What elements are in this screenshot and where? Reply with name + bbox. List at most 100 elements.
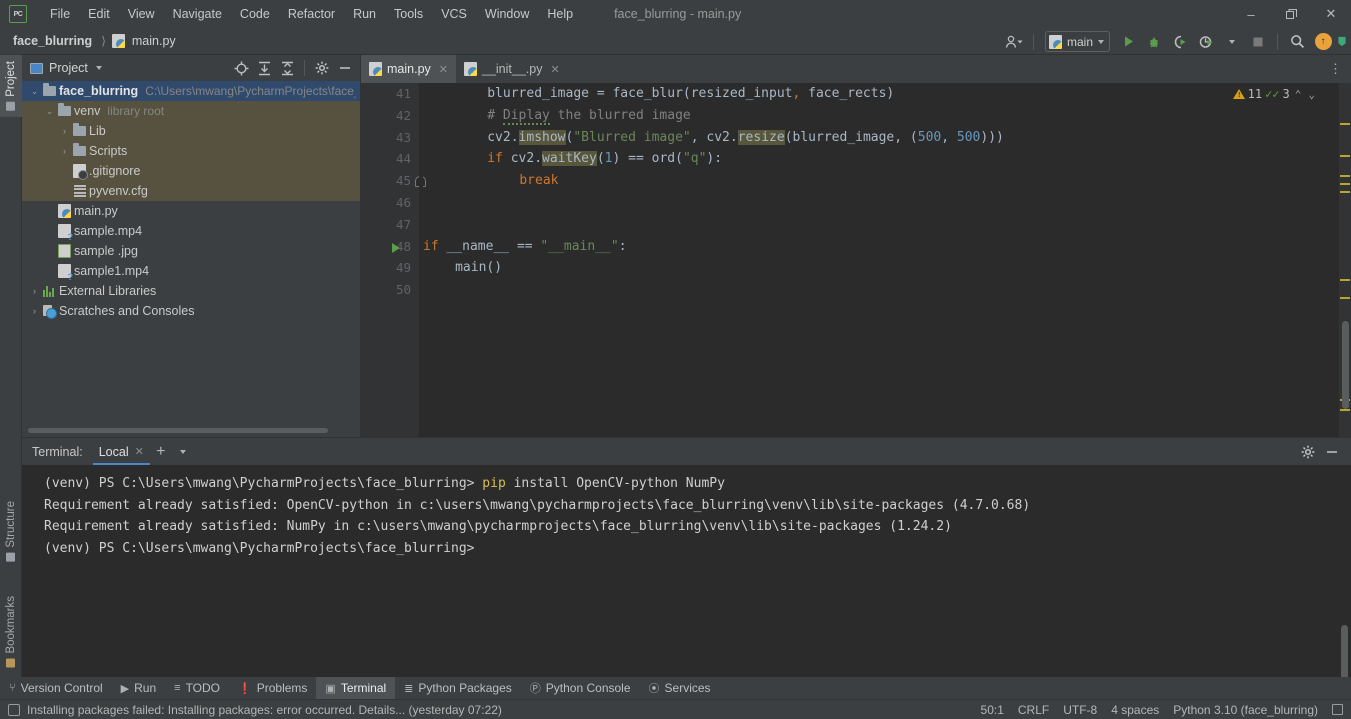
menu-item-code[interactable]: Code [231, 4, 279, 24]
tree-expand-arrow[interactable] [58, 181, 71, 201]
error-stripe-mark[interactable] [1340, 183, 1350, 185]
updates-available-button[interactable]: ↑ [1311, 31, 1335, 53]
sidebar-item-bookmarks[interactable]: Bookmarks [0, 590, 22, 674]
stop-button[interactable] [1246, 31, 1270, 53]
sidebar-item-project[interactable]: Project [0, 55, 22, 117]
editor-tab-options-icon[interactable]: ⋮ [1321, 55, 1351, 83]
tree-expand-arrow[interactable] [43, 261, 56, 281]
select-opened-file-icon[interactable] [230, 57, 252, 79]
hide-panel-icon[interactable] [334, 57, 356, 79]
error-stripe-mark[interactable] [1340, 191, 1350, 193]
panel-settings-gear-icon[interactable] [311, 57, 333, 79]
terminal-settings-gear-icon[interactable] [1297, 441, 1319, 463]
editor-gutter[interactable]: 41 42 43 44 45 46 47 48 49 50 [361, 83, 426, 437]
menu-item-navigate[interactable]: Navigate [164, 4, 231, 24]
editor-tab-main-py[interactable]: main.py ✕ [361, 55, 456, 83]
tool-window-button-todo[interactable]: ≡ TODO [165, 677, 229, 699]
menu-item-vcs[interactable]: VCS [432, 4, 476, 24]
indent-setting[interactable]: 4 spaces [1111, 703, 1159, 717]
menu-item-edit[interactable]: Edit [79, 4, 119, 24]
tree-expand-arrow[interactable]: › [58, 121, 71, 141]
menu-item-tools[interactable]: Tools [385, 4, 432, 24]
tree-node-face-blurring[interactable]: ⌄ face_blurring C:\Users\mwang\PycharmProj… [22, 81, 360, 101]
tool-window-button-services[interactable]: ⦿ Services [640, 677, 720, 699]
debug-button[interactable] [1142, 31, 1166, 53]
code-editor[interactable]: 41 42 43 44 45 46 47 48 49 50 blurred_image = fac… [361, 83, 1351, 437]
terminal-sessions-dropdown-icon[interactable] [172, 441, 194, 463]
collapse-all-icon[interactable] [276, 57, 298, 79]
terminal-output[interactable]: (venv) PS C:\Users\mwang\PycharmProjects… [22, 465, 1351, 687]
error-stripe-mark[interactable] [1340, 123, 1350, 125]
menu-item-file[interactable]: File [41, 4, 79, 24]
run-with-coverage-button[interactable] [1168, 31, 1192, 53]
menu-item-view[interactable]: View [119, 4, 164, 24]
editor-vertical-scrollbar[interactable] [1342, 321, 1349, 409]
run-configuration-selector[interactable]: main [1044, 31, 1110, 52]
tree-node-external-libraries[interactable]: › External Libraries [22, 281, 360, 301]
status-message-area[interactable]: Installing packages failed: Installing p… [0, 703, 502, 717]
file-encoding[interactable]: UTF-8 [1063, 703, 1097, 717]
menu-item-window[interactable]: Window [476, 4, 538, 24]
next-problem-icon[interactable]: ⌄ [1306, 88, 1317, 101]
tool-window-button-python-console[interactable]: Ⓟ Python Console [521, 677, 640, 699]
memory-indicator-icon[interactable] [1332, 704, 1343, 715]
menu-item-help[interactable]: Help [538, 4, 582, 24]
error-stripe-mark[interactable] [1340, 155, 1350, 157]
sidebar-item-structure[interactable]: Structure [0, 495, 22, 568]
tree-expand-arrow[interactable] [58, 161, 71, 181]
breadcrumb-file[interactable]: main.py [129, 33, 179, 49]
close-icon[interactable]: ✕ [550, 63, 559, 76]
tree-expand-arrow[interactable] [43, 221, 56, 241]
previous-problem-icon[interactable]: ⌃ [1293, 88, 1304, 101]
error-stripe-mark[interactable] [1340, 279, 1350, 281]
error-stripe-mark[interactable] [1340, 409, 1350, 411]
error-stripe-marker-bar[interactable] [1339, 83, 1351, 437]
status-message[interactable]: Installing packages failed: Installing p… [27, 703, 502, 717]
project-view-dropdown-icon[interactable] [95, 66, 102, 70]
maximize-window-button[interactable] [1271, 0, 1311, 28]
tree-node-sample-jpg[interactable]: sample .jpg [22, 241, 360, 261]
minimize-window-button[interactable]: – [1231, 0, 1271, 28]
tree-node-scripts[interactable]: › Scripts [22, 141, 360, 161]
tool-window-button-terminal[interactable]: ▣ Terminal [316, 677, 396, 699]
tree-node-lib[interactable]: › Lib [22, 121, 360, 141]
tree-node-pyvenv-cfg[interactable]: pyvenv.cfg [22, 181, 360, 201]
inspection-widget[interactable]: 11 ✓✓ 3 ⌃ ⌄ [1232, 87, 1317, 101]
tree-node-scratches-and-consoles[interactable]: › Scratches and Consoles [22, 301, 360, 321]
tree-node-main-py[interactable]: main.py [22, 201, 360, 221]
tree-expand-arrow[interactable]: › [28, 301, 41, 321]
python-interpreter[interactable]: Python 3.10 (face_blurring) [1173, 703, 1318, 717]
tool-window-button-version-control[interactable]: ⑂ Version Control [0, 677, 112, 699]
notifications-icon[interactable] [1337, 31, 1347, 53]
gutter-run-marker-icon[interactable] [392, 242, 400, 253]
menu-item-refactor[interactable]: Refactor [279, 4, 344, 24]
tree-node-venv[interactable]: ⌄ venv library root [22, 101, 360, 121]
terminal-session-tab-local[interactable]: Local ✕ [92, 438, 150, 465]
tree-expand-arrow[interactable]: › [58, 141, 71, 161]
menu-item-run[interactable]: Run [344, 4, 385, 24]
tool-window-button-run[interactable]: ▶ Run [112, 677, 165, 699]
tool-window-button-problems[interactable]: ❗ Problems [229, 677, 316, 699]
search-everywhere-icon[interactable] [1285, 31, 1309, 53]
breadcrumb-project[interactable]: face_blurring [10, 33, 95, 49]
close-icon[interactable]: ✕ [439, 63, 448, 76]
profile-options-dropdown[interactable] [1220, 31, 1244, 53]
hide-terminal-icon[interactable] [1321, 441, 1343, 463]
expand-all-icon[interactable] [253, 57, 275, 79]
error-stripe-mark[interactable] [1340, 175, 1350, 177]
tree-expand-arrow[interactable] [43, 201, 56, 221]
terminal-scrollbar[interactable] [1341, 625, 1348, 685]
project-tree-horizontal-scrollbar[interactable] [28, 428, 338, 433]
tree-expand-arrow[interactable] [43, 241, 56, 261]
tree-expand-arrow[interactable]: › [28, 281, 41, 301]
tree-expand-arrow[interactable]: ⌄ [28, 81, 41, 101]
error-stripe-mark[interactable] [1340, 297, 1350, 299]
tree-expand-arrow[interactable]: ⌄ [43, 101, 56, 121]
close-icon[interactable]: ✕ [135, 445, 144, 458]
tool-window-button-python-packages[interactable]: ≣ Python Packages [395, 677, 521, 699]
tree-node-gitignore[interactable]: .gitignore [22, 161, 360, 181]
caret-position[interactable]: 50:1 [981, 703, 1004, 717]
tree-node-sample-mp4[interactable]: sample.mp4 [22, 221, 360, 242]
settings-account-icon[interactable] [1002, 31, 1026, 53]
profile-button[interactable] [1194, 31, 1218, 53]
